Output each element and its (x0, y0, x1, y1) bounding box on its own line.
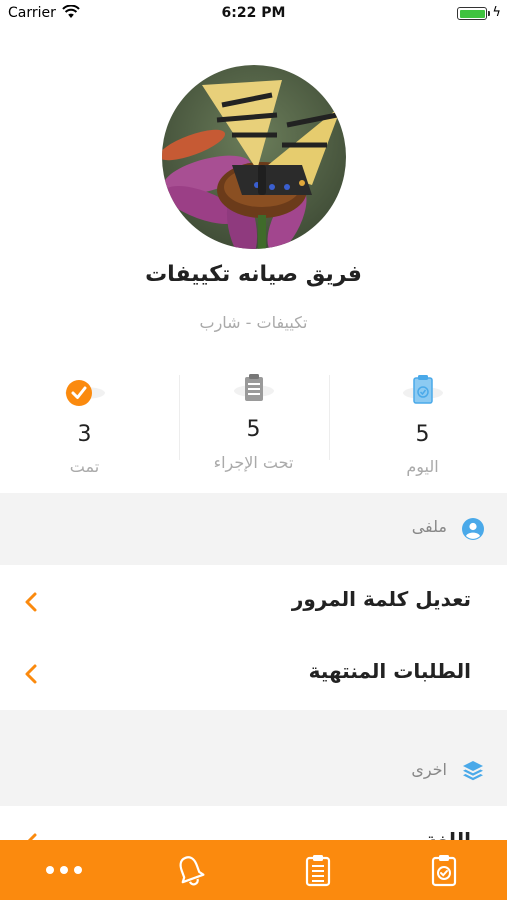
stat-divider (179, 375, 180, 460)
stat-done-label: تمت (69, 457, 100, 476)
row-finished-requests-label: الطلبات المنتهية (308, 659, 471, 683)
section-header-profile: ملفى (0, 493, 507, 565)
tab-notifications[interactable] (160, 848, 220, 892)
clipboard-check-icon (431, 855, 457, 887)
user-circle-icon (462, 518, 484, 540)
row-finished-requests[interactable]: الطلبات المنتهية (0, 637, 507, 709)
stat-in-progress[interactable]: 5 تحت الإجراء (169, 365, 338, 485)
section-header-other: اخرى (0, 710, 507, 806)
section-title-other: اخرى (411, 760, 447, 779)
tab-today[interactable] (414, 848, 474, 892)
stat-done[interactable]: 3 تمت (0, 365, 169, 485)
row-change-password[interactable]: تعديل كلمة المرور (0, 565, 507, 637)
clipboard-list-icon (305, 855, 331, 887)
clipboard-list-icon (233, 374, 274, 401)
butterfly-photo (162, 65, 346, 249)
stat-today[interactable]: 5 اليوم (338, 365, 507, 485)
section-title-profile: ملفى (411, 517, 447, 536)
status-time: 6:22 PM (221, 5, 286, 21)
profile-name: فريق صيانه تكييفات (145, 262, 362, 287)
stat-done-count: 3 (77, 422, 92, 447)
bell-icon (179, 856, 205, 886)
stat-today-label: اليوم (406, 457, 439, 476)
status-bar: Carrier 6:22 PM ϟ (0, 0, 507, 28)
clipboard-check-icon (402, 375, 443, 404)
profile-subtitle: تكييفات - شارب (199, 313, 308, 332)
battery-icon (457, 7, 490, 20)
more-dots-icon (46, 866, 82, 874)
profile-avatar[interactable] (162, 65, 346, 249)
bottom-tab-bar (0, 840, 507, 900)
chevron-left-icon (25, 664, 37, 684)
tab-requests[interactable] (288, 848, 348, 892)
charging-icon: ϟ (492, 5, 501, 20)
tab-more[interactable] (34, 848, 94, 892)
battery-level (459, 9, 485, 18)
row-change-password-label: تعديل كلمة المرور (291, 587, 471, 611)
check-circle-icon (64, 380, 105, 406)
stat-in-progress-label: تحت الإجراء (213, 453, 294, 472)
chevron-left-icon (25, 592, 37, 612)
layers-icon (463, 761, 483, 781)
stat-today-count: 5 (415, 422, 430, 447)
stat-in-progress-count: 5 (246, 417, 261, 442)
